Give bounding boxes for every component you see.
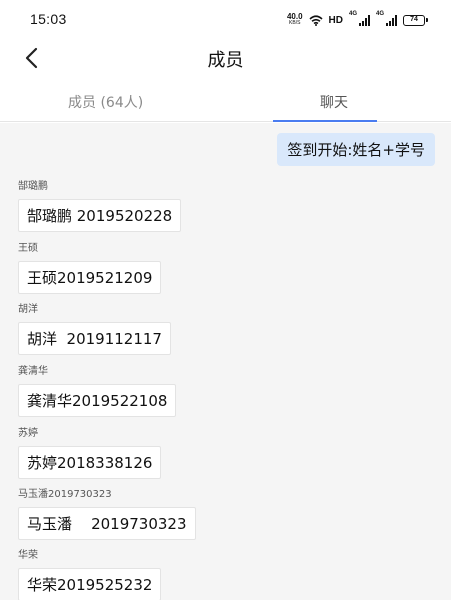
message-item: 苏婷 苏婷2018338126 xyxy=(18,424,162,479)
message-bubble[interactable]: 华荣2019525232 xyxy=(18,568,162,600)
network-speed: 40.0 KB/S xyxy=(287,13,303,27)
signal-type-label: 4G xyxy=(349,11,358,17)
message-sender: 郜璐鹏 xyxy=(18,181,48,192)
message-item: 华荣 华荣2019525232 xyxy=(18,546,162,600)
battery-level: 74 xyxy=(410,15,418,23)
message-item: 郜璐鹏 郜璐鹏 2019520228 xyxy=(18,177,182,232)
message-item: 胡洋 胡洋 2019112117 xyxy=(18,300,171,355)
message-bubble[interactable]: 马玉潘 2019730323 xyxy=(18,507,196,540)
message-bubble[interactable]: 郜璐鹏 2019520228 xyxy=(18,199,182,232)
signal-icon: 4G xyxy=(376,11,397,26)
wifi-icon xyxy=(309,11,323,30)
tab-members[interactable]: 成员 (64人) xyxy=(68,92,143,112)
battery-icon: 74 xyxy=(403,14,428,26)
message-item: 马玉潘2019730323 马玉潘 2019730323 xyxy=(18,485,196,540)
tab-bar: 成员 (64人) 聊天 xyxy=(0,84,451,122)
message-bubble[interactable]: 胡洋 2019112117 xyxy=(18,322,171,355)
message-bubble[interactable]: 龚清华2019522108 xyxy=(18,384,177,417)
message-sender: 马玉潘2019730323 xyxy=(18,489,112,500)
hd-label: HD xyxy=(328,14,343,26)
message-item: 王硕 王硕2019521209 xyxy=(18,239,162,294)
chat-area[interactable]: 签到开始:姓名+学号 郜璐鹏 郜璐鹏 2019520228 王硕 王硕20195… xyxy=(0,123,451,600)
message-sender: 苏婷 xyxy=(18,428,38,439)
my-message-bubble[interactable]: 签到开始:姓名+学号 xyxy=(277,133,435,166)
status-bar: 15:03 40.0 KB/S HD 4G 4G 74 xyxy=(0,0,451,40)
tab-chat[interactable]: 聊天 xyxy=(320,92,348,112)
signal-type-label: 4G xyxy=(376,11,385,17)
status-icons: 40.0 KB/S HD 4G 4G 74 xyxy=(287,11,428,30)
message-sender: 龚清华 xyxy=(18,366,48,377)
signal-icon: 4G xyxy=(349,11,370,26)
message-sender: 王硕 xyxy=(18,243,38,254)
status-time: 15:03 xyxy=(30,11,67,27)
message-sender: 华荣 xyxy=(18,550,38,561)
message-item: 龚清华 龚清华2019522108 xyxy=(18,362,177,417)
active-tab-indicator xyxy=(273,120,377,122)
message-sender: 胡洋 xyxy=(18,304,38,315)
message-bubble[interactable]: 王硕2019521209 xyxy=(18,261,162,294)
message-bubble[interactable]: 苏婷2018338126 xyxy=(18,446,162,479)
network-speed-value: 40.0 xyxy=(286,12,303,21)
network-speed-unit: KB/S xyxy=(289,20,301,26)
page-title: 成员 xyxy=(207,50,244,71)
header: 成员 xyxy=(0,40,451,76)
